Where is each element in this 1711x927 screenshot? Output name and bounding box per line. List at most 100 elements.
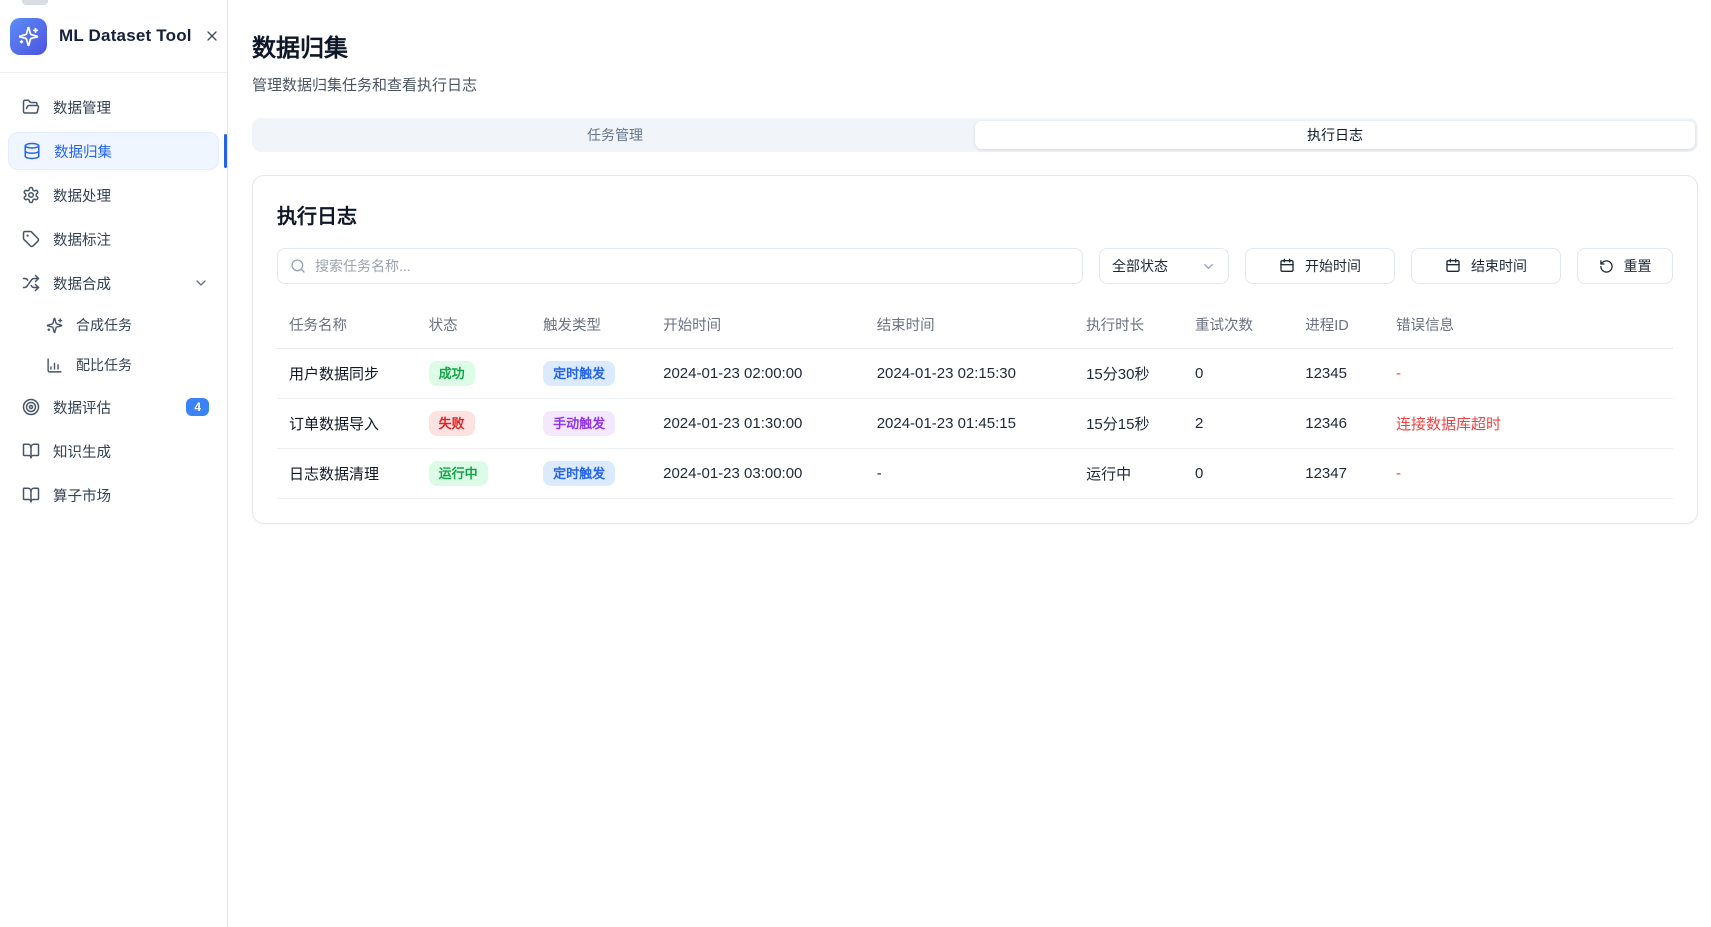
- sidebar-item[interactable]: 合成任务: [8, 308, 219, 342]
- page-subtitle: 管理数据归集任务和查看执行日志: [252, 74, 1698, 95]
- bar-chart-icon: [46, 357, 63, 374]
- sidebar-item[interactable]: 知识生成: [8, 432, 219, 470]
- end-time-cell: 2024-01-23 01:45:15: [865, 399, 1074, 449]
- col-error-info: 错误信息: [1384, 306, 1673, 349]
- filter-row: 全部状态 开始时间 结束时间 重置: [277, 248, 1673, 284]
- trigger-badge: 定时触发: [543, 361, 615, 386]
- tab-task-management[interactable]: 任务管理: [255, 121, 975, 149]
- tag-icon: [22, 230, 40, 248]
- process-id-cell: 12345: [1293, 349, 1384, 399]
- sidebar-item-label: 数据处理: [53, 185, 111, 206]
- shuffle-icon: [22, 274, 40, 292]
- sidebar-item[interactable]: 数据管理: [8, 88, 219, 126]
- sidebar-item-label: 数据管理: [53, 97, 111, 118]
- retry-count-cell: 0: [1183, 349, 1293, 399]
- sidebar-item[interactable]: 数据归集: [8, 132, 219, 170]
- sidebar-nav: 数据管理 数据归集 数据处理 数据标注: [0, 73, 227, 530]
- calendar-icon: [1445, 258, 1461, 274]
- start-time-cell: 2024-01-23 03:00:00: [651, 449, 865, 499]
- col-start-time: 开始时间: [651, 306, 865, 349]
- execution-logs-panel: 执行日志 全部状态 开始时间 结束时间: [252, 175, 1698, 524]
- retry-count-cell: 0: [1183, 449, 1293, 499]
- search-box: [277, 248, 1083, 284]
- panel-title: 执行日志: [277, 200, 1673, 229]
- status-filter-select[interactable]: 全部状态: [1099, 248, 1229, 284]
- sidebar-item-label: 数据标注: [53, 229, 111, 250]
- error-info-cell: -: [1384, 349, 1673, 399]
- sidebar-item-label: 算子市场: [53, 485, 111, 506]
- sidebar-item[interactable]: 数据标注: [8, 220, 219, 258]
- table-row: 日志数据清理 运行中 定时触发 2024-01-23 03:00:00 - 运行…: [277, 449, 1673, 499]
- sidebar-item[interactable]: 算子市场: [8, 476, 219, 514]
- trigger-badge: 手动触发: [543, 411, 615, 436]
- trigger-badge: 定时触发: [543, 461, 615, 486]
- sidebar-item[interactable]: 数据评估 4: [8, 388, 219, 426]
- page-title: 数据归集: [252, 28, 1698, 63]
- col-trigger-type: 触发类型: [531, 306, 651, 349]
- sidebar-item-label: 配比任务: [76, 355, 132, 375]
- book-open-icon: [22, 486, 40, 504]
- reset-button[interactable]: 重置: [1577, 248, 1673, 284]
- sparkles-icon: [18, 26, 39, 47]
- reset-icon: [1599, 259, 1614, 274]
- error-info-cell: 连接数据库超时: [1384, 399, 1673, 449]
- col-end-time: 结束时间: [865, 306, 1074, 349]
- status-badge: 成功: [429, 361, 475, 386]
- sidebar-item-label: 知识生成: [53, 441, 111, 462]
- sidebar-item[interactable]: 数据处理: [8, 176, 219, 214]
- duration-cell: 运行中: [1074, 449, 1183, 499]
- sidebar-item-label: 合成任务: [76, 315, 132, 335]
- col-duration: 执行时长: [1074, 306, 1183, 349]
- gear-icon: [22, 186, 40, 204]
- error-info-cell: -: [1384, 449, 1673, 499]
- tab-execution-logs[interactable]: 执行日志: [975, 121, 1695, 149]
- table-header-row: 任务名称 状态 触发类型 开始时间 结束时间 执行时长 重试次数 进程ID 错误…: [277, 306, 1673, 349]
- sidebar-item[interactable]: 数据合成: [8, 264, 219, 302]
- close-icon: [204, 28, 220, 44]
- retry-count-cell: 2: [1183, 399, 1293, 449]
- target-icon: [22, 398, 40, 416]
- col-status: 状态: [417, 306, 531, 349]
- table-row: 用户数据同步 成功 定时触发 2024-01-23 02:00:00 2024-…: [277, 349, 1673, 399]
- chevron-down-icon: [1201, 259, 1216, 274]
- database-icon: [23, 142, 41, 160]
- end-time-cell: 2024-01-23 02:15:30: [865, 349, 1074, 399]
- folder-open-icon: [22, 98, 40, 116]
- sidebar-item-label: 数据合成: [53, 273, 111, 294]
- end-time-cell: -: [865, 449, 1074, 499]
- count-badge: 4: [186, 398, 209, 416]
- sidebar-item-label: 数据归集: [54, 141, 112, 162]
- sidebar-item[interactable]: 配比任务: [8, 348, 219, 382]
- main-content: 数据归集 管理数据归集任务和查看执行日志 任务管理 执行日志 执行日志 全部状态…: [228, 0, 1711, 927]
- search-input[interactable]: [315, 258, 1070, 274]
- app-window: ML Dataset Tool 数据管理 数据归集 数据处理: [0, 0, 1711, 927]
- duration-cell: 15分15秒: [1074, 399, 1183, 449]
- logs-table: 任务名称 状态 触发类型 开始时间 结束时间 执行时长 重试次数 进程ID 错误…: [277, 306, 1673, 499]
- col-task-name: 任务名称: [277, 306, 417, 349]
- process-id-cell: 12347: [1293, 449, 1384, 499]
- chevron-down-icon: [193, 275, 209, 291]
- book-open-icon: [22, 442, 40, 460]
- task-name-cell: 用户数据同步: [277, 349, 417, 399]
- end-time-button[interactable]: 结束时间: [1411, 248, 1561, 284]
- tab-bar: 任务管理 执行日志: [252, 118, 1698, 152]
- process-id-cell: 12346: [1293, 399, 1384, 449]
- status-badge: 运行中: [429, 461, 488, 486]
- task-name-cell: 订单数据导入: [277, 399, 417, 449]
- sidebar-header: ML Dataset Tool: [0, 0, 227, 73]
- status-filter-value: 全部状态: [1112, 256, 1168, 276]
- col-retry-count: 重试次数: [1183, 306, 1293, 349]
- start-time-cell: 2024-01-23 02:00:00: [651, 349, 865, 399]
- top-edge-artifact: [22, 0, 48, 5]
- start-time-button[interactable]: 开始时间: [1245, 248, 1395, 284]
- col-process-id: 进程ID: [1293, 306, 1384, 349]
- sidebar-item-label: 数据评估: [53, 397, 111, 418]
- sidebar-close-button[interactable]: [204, 25, 220, 47]
- status-badge: 失败: [429, 411, 475, 436]
- sparkles-icon: [46, 317, 63, 334]
- table-row: 订单数据导入 失败 手动触发 2024-01-23 01:30:00 2024-…: [277, 399, 1673, 449]
- task-name-cell: 日志数据清理: [277, 449, 417, 499]
- calendar-icon: [1279, 258, 1295, 274]
- start-time-cell: 2024-01-23 01:30:00: [651, 399, 865, 449]
- app-title: ML Dataset Tool: [59, 26, 192, 46]
